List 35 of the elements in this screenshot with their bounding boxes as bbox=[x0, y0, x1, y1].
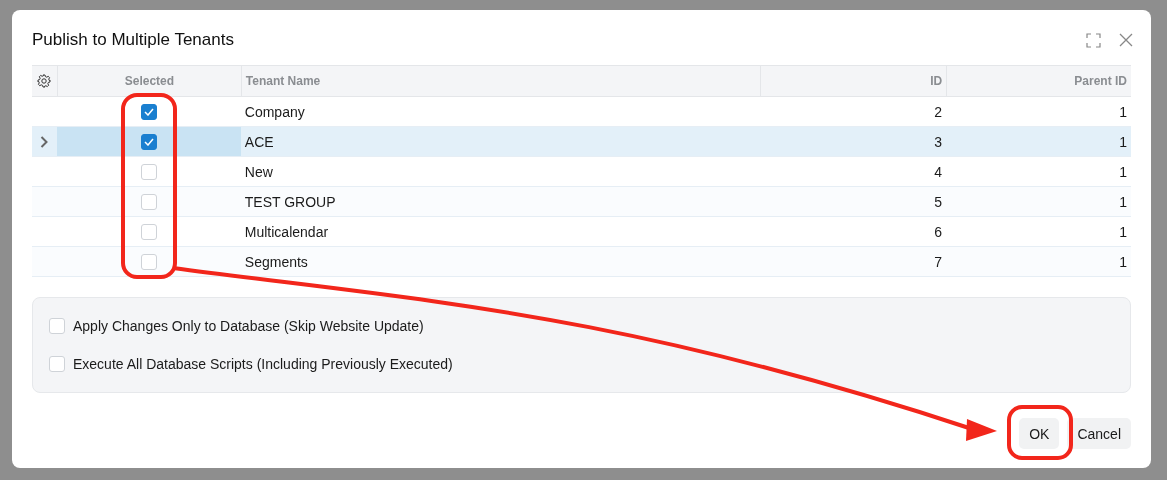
table-row[interactable]: ACE 3 1 bbox=[32, 127, 1131, 157]
table-cell: 2 bbox=[934, 103, 943, 120]
table-cell: New bbox=[244, 163, 273, 180]
close-icon[interactable] bbox=[1119, 33, 1133, 47]
checkbox[interactable] bbox=[140, 133, 157, 150]
table-row[interactable]: Segments 7 1 bbox=[32, 247, 1131, 277]
table-cell: 4 bbox=[934, 163, 943, 180]
fullscreen-icon[interactable] bbox=[1086, 32, 1101, 48]
highlight-outline bbox=[1007, 405, 1073, 460]
table-cell: 1 bbox=[1119, 103, 1127, 120]
table-cell: ACE bbox=[244, 133, 274, 150]
dialog-title: Publish to Multiple Tenants bbox=[32, 30, 235, 50]
table-cell: 7 bbox=[934, 253, 943, 270]
option-label: Execute All Database Scripts (Including Previously Executed) bbox=[73, 356, 453, 372]
table-cell: 1 bbox=[1119, 163, 1127, 180]
table-cell: 3 bbox=[934, 133, 943, 150]
check-icon bbox=[143, 107, 154, 116]
settings-icon[interactable] bbox=[37, 74, 52, 88]
table-cell: 1 bbox=[1119, 133, 1127, 150]
table-cell: 1 bbox=[1119, 253, 1127, 270]
table-cell: 6 bbox=[934, 223, 943, 240]
chevron-right-icon[interactable] bbox=[40, 135, 49, 148]
table-cell: 1 bbox=[1119, 193, 1127, 210]
dialog-button[interactable]: Cancel bbox=[1067, 418, 1131, 449]
table-cell: Multicalendar bbox=[244, 223, 329, 240]
table-row[interactable]: TEST GROUP 5 1 bbox=[32, 187, 1131, 217]
check-icon bbox=[143, 137, 154, 146]
option-label: Apply Changes Only to Database (Skip Website Update) bbox=[73, 318, 424, 334]
checkbox[interactable] bbox=[140, 103, 157, 120]
dialog-button[interactable]: OK bbox=[1019, 418, 1060, 449]
table-cell: Segments bbox=[244, 253, 308, 270]
table-cell: TEST GROUP bbox=[244, 193, 336, 210]
table-cell: 1 bbox=[1119, 223, 1127, 240]
table-cell: 5 bbox=[934, 193, 943, 210]
table-cell: Company bbox=[244, 103, 305, 120]
